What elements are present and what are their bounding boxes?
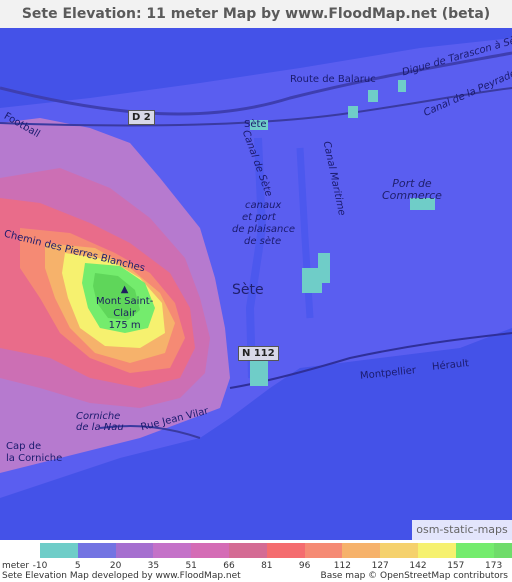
legend-swatch [417,543,456,558]
osm-static-maps-watermark: osm-static-maps [412,520,512,540]
legend-value: 66 [223,561,235,571]
label-de-sete: de sète [244,236,282,247]
label-route-balaruc: Route de Balaruc [290,74,376,85]
page-title: Sete Elevation: 11 meter Map by www.Floo… [0,0,512,28]
legend-swatch [380,543,418,558]
legend-value: 96 [298,561,311,571]
label-port-line2: Commerce [382,189,442,202]
label-mont-line1: Mont Saint- [96,296,154,307]
legend-swatch [115,543,154,558]
legend-value: 112 [333,561,351,571]
legend-swatch [228,543,267,558]
legend-swatch [304,543,343,558]
legend-swatch [266,543,305,558]
road-shield-n112: N 112 [238,346,279,361]
legend-value: 142 [409,561,427,571]
label-port-de-commerce: Port de Commerce [382,178,442,202]
elevation-map[interactable]: Route de Balaruc Digue de Tarascon à Sèt… [0,28,512,540]
legend-swatch [455,543,494,558]
legend-color-bar [40,543,512,558]
legend-value: 173 [485,561,503,571]
label-et-port: et port [242,212,276,223]
legend-value: 35 [147,561,160,571]
label-cap-line1: Cap de [6,441,42,452]
legend-value: 20 [109,561,122,571]
footer-credit: Sete Elevation Map developed by www.Floo… [2,571,241,581]
legend-value: 157 [447,561,465,571]
label-corniche-line1: Corniche [76,411,121,422]
label-sete-city: Sète [232,282,264,298]
legend-value: -10 [32,561,48,571]
label-corniche-nau: Corniche de la Nau [76,411,124,433]
legend-unit: meter [2,561,30,571]
mont-icon: ▲ [120,284,129,295]
legend-swatch [191,543,229,558]
legend-value: 81 [261,561,273,571]
legend-value: 5 [74,561,81,571]
legend-swatch [493,543,512,558]
label-mont-line3: 175 m [108,320,141,331]
legend-swatch [77,543,116,558]
legend-value: 51 [185,561,197,571]
legend-swatch [40,543,78,558]
legend-swatch [342,543,381,558]
road-shield-d2: D 2 [128,110,155,125]
label-mont-line2: Clair [113,308,137,319]
label-cap-line2: la Corniche [6,453,63,464]
label-canaux: canaux [245,200,282,211]
label-de-plaisance: de plaisance [232,224,296,235]
label-mont-saint-clair: ▲ Mont Saint- Clair 175 m [96,284,153,332]
elevation-legend: meter -10 5 20 35 51 66 81 96 112 127 142 157 173 Se… [0,540,512,582]
label-sete-station: Sète [244,119,267,130]
label-cap-corniche: Cap de la Corniche [6,441,62,465]
footer-attribution: Base map © OpenStreetMap contributors [320,571,508,581]
legend-value: 127 [371,561,389,571]
legend-swatch [153,543,192,558]
label-corniche-line2: de la Nau [76,422,124,433]
